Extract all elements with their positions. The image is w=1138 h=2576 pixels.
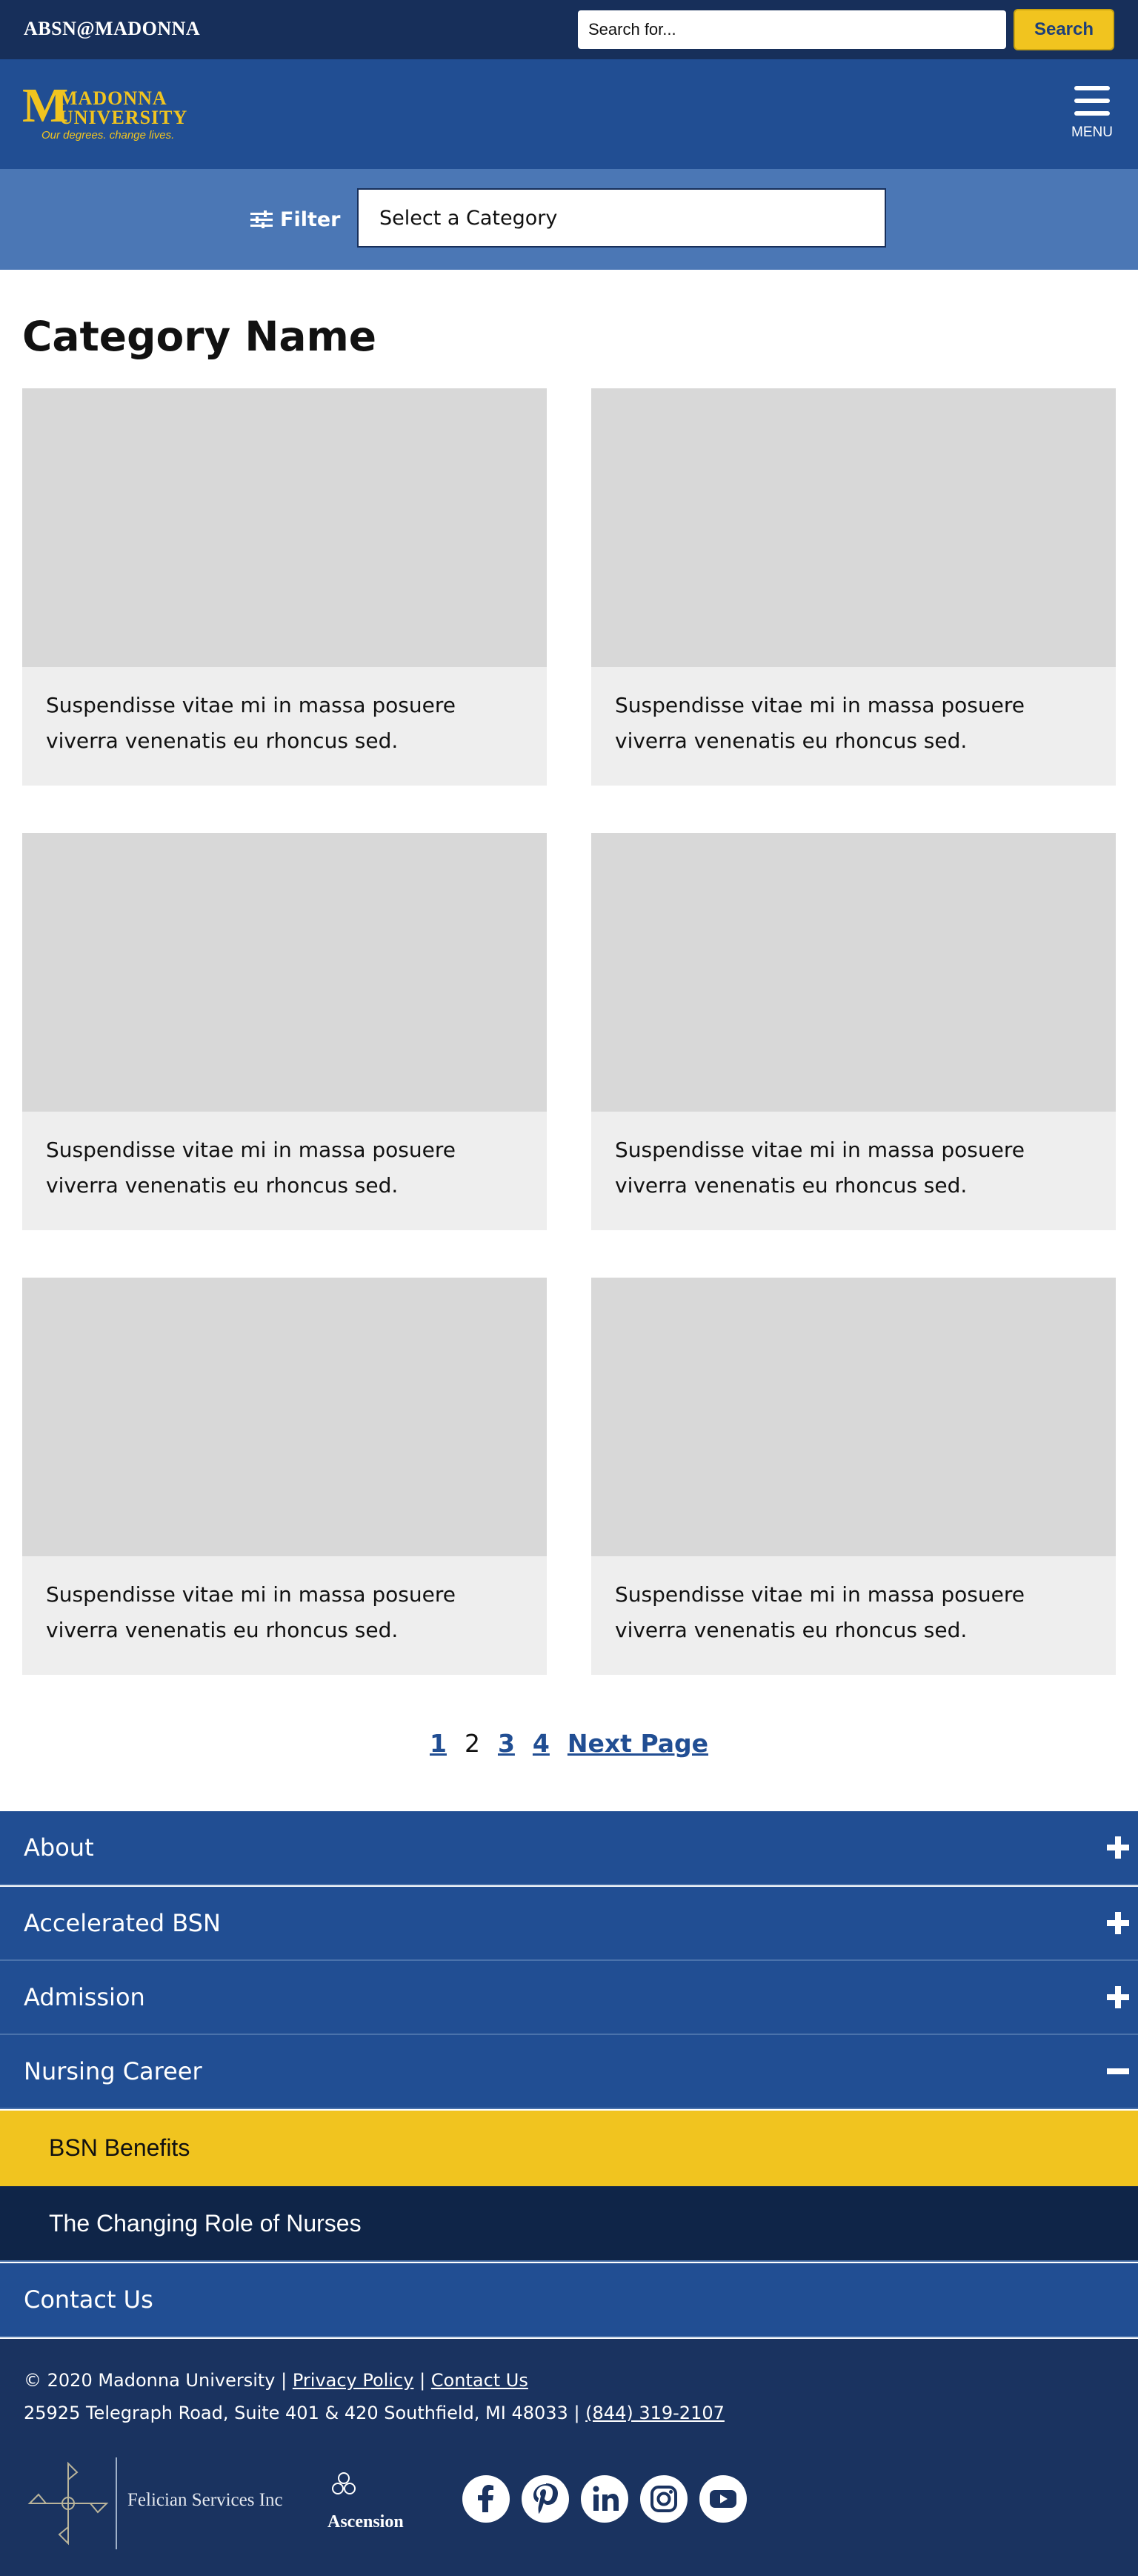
top-utility-bar: ABSN@MADONNA Search: [0, 0, 1138, 59]
partner-divider: [116, 2457, 117, 2549]
footer-subnav-changing-role[interactable]: The Changing Role of Nurses: [0, 2186, 1138, 2262]
phone-link[interactable]: (844) 319-2107: [585, 2403, 725, 2423]
facebook-icon[interactable]: [462, 2475, 510, 2523]
menu-label: MENU: [1071, 125, 1113, 140]
ascension-name: Ascension: [327, 2512, 404, 2532]
card-text: Suspendisse vitae mi in massa posuere vi…: [46, 693, 456, 753]
footer-nav-accelerated-bsn[interactable]: Accelerated BSN: [0, 1887, 1138, 1961]
search-input[interactable]: [578, 10, 1006, 49]
footer-subnav-label: BSN Benefits: [49, 2134, 190, 2161]
site-label[interactable]: ABSN@MADONNA: [24, 18, 200, 40]
filter-toggle[interactable]: Filter: [250, 205, 341, 234]
footer-subnav-bsn-benefits[interactable]: BSN Benefits: [0, 2111, 1138, 2186]
madonna-university-logo[interactable]: M MADONNA UNIVERSITY Our degrees. change…: [22, 82, 200, 144]
ascension-symbol-icon: [332, 2472, 356, 2494]
card-image-placeholder: [591, 388, 1116, 667]
logo-tagline: Our degrees. change lives.: [41, 129, 175, 142]
pagination: 1 2 3 4 Next Page: [0, 1725, 1138, 1761]
pinterest-icon[interactable]: [522, 2475, 569, 2523]
main-header: M MADONNA UNIVERSITY Our degrees. change…: [0, 59, 1138, 169]
linkedin-icon[interactable]: [581, 2475, 628, 2523]
article-card[interactable]: Suspendisse vitae mi in massa posuere vi…: [591, 1278, 1116, 1675]
instagram-icon[interactable]: [640, 2475, 688, 2523]
youtube-icon[interactable]: [699, 2475, 747, 2523]
plus-icon: [1107, 1986, 1129, 2008]
footer-nav-about[interactable]: About: [0, 1811, 1138, 1885]
separator: |: [419, 2370, 426, 2391]
card-image-placeholder: [22, 388, 547, 667]
page-link-3[interactable]: 3: [498, 1729, 515, 1758]
card-text: Suspendisse vitae mi in massa posuere vi…: [615, 693, 1025, 753]
footer-nav-label: Contact Us: [24, 2285, 153, 2314]
copyright-line: © 2020 Madonna University | Privacy Poli…: [24, 2370, 528, 2391]
page-title: Category Name: [22, 313, 377, 360]
footer-subnav-label: The Changing Role of Nurses: [49, 2210, 362, 2237]
search-button[interactable]: Search: [1014, 9, 1114, 50]
card-image-placeholder: [591, 1278, 1116, 1556]
card-text: Suspendisse vitae mi in massa posuere vi…: [615, 1138, 1025, 1198]
card-text: Suspendisse vitae mi in massa posuere vi…: [46, 1138, 456, 1198]
page-current-2: 2: [464, 1728, 480, 1758]
copyright-text: © 2020 Madonna University |: [24, 2370, 287, 2391]
felician-services-logo[interactable]: Felician Services Inc: [24, 2457, 290, 2549]
contact-us-link[interactable]: Contact Us: [431, 2370, 528, 2391]
footer-nav-label: Accelerated BSN: [24, 1909, 221, 1937]
category-select[interactable]: Select a Category: [357, 188, 886, 248]
filter-label: Filter: [280, 208, 341, 231]
card-image-placeholder: [591, 833, 1116, 1112]
article-card[interactable]: Suspendisse vitae mi in massa posuere vi…: [591, 388, 1116, 786]
felician-name: Felician Services Inc: [127, 2490, 283, 2510]
footer-nav-admission[interactable]: Admission: [0, 1961, 1138, 2035]
article-card[interactable]: Suspendisse vitae mi in massa posuere vi…: [22, 388, 547, 786]
menu-button[interactable]: MENU: [1064, 86, 1120, 145]
footer-nav-nursing-career[interactable]: Nursing Career: [0, 2035, 1138, 2109]
footer-nav-label: Nursing Career: [24, 2057, 202, 2085]
plus-icon: [1107, 1836, 1129, 1859]
address-text: 25925 Telegraph Road, Suite 401 & 420 So…: [24, 2403, 580, 2423]
address-line: 25925 Telegraph Road, Suite 401 & 420 So…: [24, 2403, 725, 2423]
next-page-link[interactable]: Next Page: [568, 1729, 708, 1758]
card-image-placeholder: [22, 1278, 547, 1556]
footer-nav-label: About: [24, 1833, 94, 1862]
plus-icon: [1107, 1912, 1129, 1934]
card-text: Suspendisse vitae mi in massa posuere vi…: [46, 1582, 456, 1642]
ascension-logo[interactable]: Ascension: [326, 2469, 422, 2543]
page-link-4[interactable]: 4: [533, 1729, 550, 1758]
article-card[interactable]: Suspendisse vitae mi in massa posuere vi…: [22, 833, 547, 1230]
page-link-1[interactable]: 1: [430, 1729, 447, 1758]
hamburger-icon: [1074, 86, 1110, 116]
article-card[interactable]: Suspendisse vitae mi in massa posuere vi…: [22, 1278, 547, 1675]
felician-cross-icon: [27, 2461, 109, 2546]
site-footer: © 2020 Madonna University | Privacy Poli…: [0, 2339, 1138, 2576]
article-card[interactable]: Suspendisse vitae mi in massa posuere vi…: [591, 833, 1116, 1230]
filter-bar: Filter Select a Category: [0, 169, 1138, 270]
minus-icon: [1107, 2060, 1129, 2082]
footer-nav-label: Admission: [24, 1983, 145, 2011]
card-image-placeholder: [22, 833, 547, 1112]
privacy-policy-link[interactable]: Privacy Policy: [293, 2370, 414, 2391]
card-text: Suspendisse vitae mi in massa posuere vi…: [615, 1582, 1025, 1642]
logo-text-line2: UNIVERSITY: [59, 107, 188, 128]
footer-nav-contact-us[interactable]: Contact Us: [0, 2263, 1138, 2337]
sliders-icon: [250, 210, 273, 228]
